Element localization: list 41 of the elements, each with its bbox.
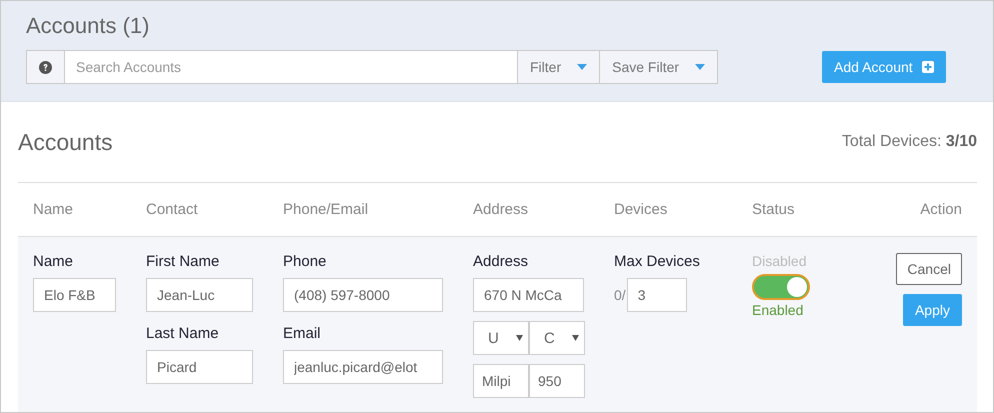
city-field[interactable]: Milpi [473, 364, 529, 398]
field-label: Phone [283, 253, 326, 270]
column-header: Name [32, 201, 74, 218]
name-field[interactable]: Elo F&B [33, 278, 116, 312]
zip-field[interactable]: 950 [529, 364, 585, 398]
column-header: Status [752, 201, 796, 218]
plus-icon [922, 61, 934, 73]
field-label: Last Name [146, 325, 219, 342]
field-label: First Name [146, 253, 220, 270]
status-toggle[interactable] [752, 274, 810, 300]
country-select[interactable]: U [473, 321, 529, 355]
caret-icon [572, 335, 579, 341]
column-header: Phone/Email [283, 201, 370, 218]
page-title: Accounts (1) [26, 13, 150, 39]
field-label: Email [283, 325, 321, 342]
street-field[interactable]: 670 N McCa [473, 278, 584, 312]
max-devices-field[interactable]: 3 [626, 278, 687, 312]
field-label: Name [33, 253, 74, 270]
column-header: Address [473, 201, 530, 218]
panel-title: Accounts [18, 128, 113, 156]
cancel-button[interactable]: Cancel [896, 253, 962, 285]
column-header: Contact [146, 201, 199, 218]
first-name-field[interactable]: Jean-Luc [146, 278, 253, 312]
total-devices-value: 3/10 [946, 133, 977, 150]
last-name-field[interactable]: Picard [146, 350, 253, 384]
column-header: Action [919, 201, 963, 218]
total-devices-label: Total Devices: [842, 133, 942, 150]
column-header: Devices [614, 201, 668, 218]
caret-icon [516, 335, 523, 341]
state-select[interactable]: C [529, 321, 585, 355]
email-field[interactable]: jeanluc.picard@elot [283, 350, 443, 384]
status-label: Disabled [752, 253, 806, 269]
caret-icon [577, 64, 588, 70]
caret-icon [695, 64, 706, 70]
field-label: Address [473, 253, 528, 270]
filter-dropdown[interactable]: Filter [518, 50, 600, 84]
phone-field[interactable]: (408) 597-8000 [283, 278, 443, 312]
field-label: Max Devices [614, 253, 700, 270]
status-label: Enabled [752, 302, 804, 318]
devices-used: 0/ [614, 287, 626, 303]
filter-dropdown[interactable]: Save Filter [600, 50, 718, 84]
